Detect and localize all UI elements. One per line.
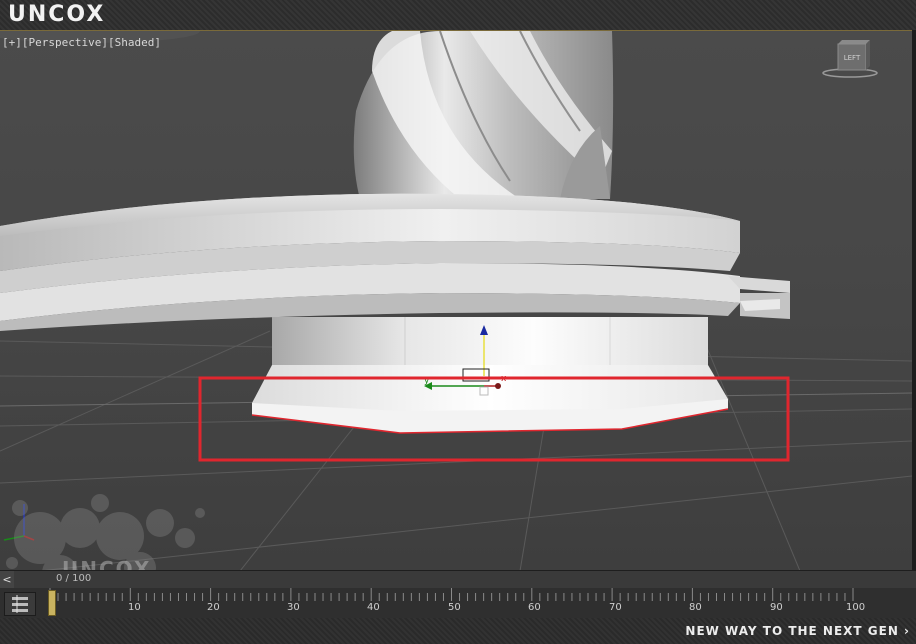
ruler-label-20: 20 [207, 602, 220, 613]
ruler-label-60: 60 [528, 602, 541, 613]
disc-plate [0, 193, 790, 331]
ruler-label-90: 90 [770, 602, 783, 613]
ruler-label-10: 10 [128, 602, 141, 613]
ruler-label-70: 70 [609, 602, 622, 613]
viewport-menu-plus[interactable]: [+] [2, 36, 22, 49]
viewcube-face-label: LEFT [844, 54, 861, 62]
ruler-label-40: 40 [367, 602, 380, 613]
footer-banner: NEW WAY TO THE NEXT GEN › [0, 618, 916, 644]
viewport-label[interactable]: [+][Perspective][Shaded] [2, 36, 161, 49]
viewport-scroll-strip [912, 30, 916, 570]
app-window: UNCOX y x [+][Perspective][Shaded] LEFT … [0, 0, 916, 644]
current-frame-readout: 0 / 100 [56, 573, 92, 584]
time-prev-arrow-icon[interactable]: < [0, 571, 14, 589]
twisted-column [353, 31, 614, 199]
ruler-label-50: 50 [448, 602, 461, 613]
ruler-ticks [49, 588, 854, 601]
pedestal-cylinder [272, 317, 708, 369]
brand-logo: UNCOX [8, 2, 106, 27]
curve-editor-icon [12, 595, 28, 613]
time-slider-track[interactable]: < 0 / 100 [0, 570, 916, 589]
time-slider-handle[interactable] [48, 590, 56, 616]
trackbar-toggle-button[interactable] [4, 592, 36, 616]
ruler-label-80: 80 [689, 602, 702, 613]
viewcube[interactable]: LEFT [820, 40, 880, 80]
track-bar[interactable]: 0 10 20 30 40 50 60 70 80 90 100 [0, 588, 916, 618]
frame-ruler[interactable]: 0 10 20 30 40 50 60 70 80 90 100 [44, 588, 916, 618]
ruler-label-30: 30 [287, 602, 300, 613]
octagonal-base[interactable] [251, 365, 729, 434]
top-banner: UNCOX [0, 0, 916, 30]
viewport-view-menu[interactable]: [Perspective] [22, 36, 108, 49]
ruler-label-100: 100 [846, 602, 866, 613]
footer-slogan: NEW WAY TO THE NEXT GEN › [685, 624, 910, 638]
viewport-shading-menu[interactable]: [Shaded] [108, 36, 161, 49]
